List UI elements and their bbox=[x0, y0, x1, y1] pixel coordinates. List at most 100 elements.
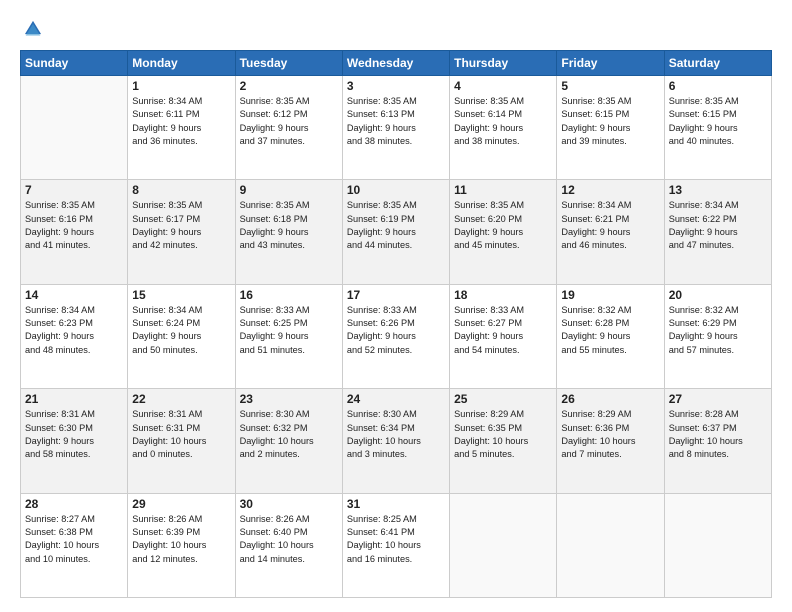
cell-text: Sunrise: 8:33 AM Sunset: 6:25 PM Dayligh… bbox=[240, 304, 338, 357]
cell-text: Sunrise: 8:35 AM Sunset: 6:13 PM Dayligh… bbox=[347, 95, 445, 148]
header bbox=[20, 18, 772, 40]
day-number: 6 bbox=[669, 79, 767, 93]
weekday-friday: Friday bbox=[557, 51, 664, 76]
weekday-tuesday: Tuesday bbox=[235, 51, 342, 76]
cell-text: Sunrise: 8:26 AM Sunset: 6:40 PM Dayligh… bbox=[240, 513, 338, 566]
cell-text: Sunrise: 8:34 AM Sunset: 6:11 PM Dayligh… bbox=[132, 95, 230, 148]
cell-text: Sunrise: 8:35 AM Sunset: 6:12 PM Dayligh… bbox=[240, 95, 338, 148]
day-number: 31 bbox=[347, 497, 445, 511]
calendar-table: SundayMondayTuesdayWednesdayThursdayFrid… bbox=[20, 50, 772, 598]
day-number: 22 bbox=[132, 392, 230, 406]
cell-text: Sunrise: 8:29 AM Sunset: 6:35 PM Dayligh… bbox=[454, 408, 552, 461]
cell-text: Sunrise: 8:32 AM Sunset: 6:29 PM Dayligh… bbox=[669, 304, 767, 357]
day-number: 20 bbox=[669, 288, 767, 302]
calendar-cell: 30 Sunrise: 8:26 AM Sunset: 6:40 PM Dayli… bbox=[235, 493, 342, 597]
weekday-monday: Monday bbox=[128, 51, 235, 76]
day-number: 19 bbox=[561, 288, 659, 302]
cell-text: Sunrise: 8:35 AM Sunset: 6:20 PM Dayligh… bbox=[454, 199, 552, 252]
day-number: 5 bbox=[561, 79, 659, 93]
calendar-cell: 13 Sunrise: 8:34 AM Sunset: 6:22 PM Dayli… bbox=[664, 180, 771, 284]
calendar-cell: 23 Sunrise: 8:30 AM Sunset: 6:32 PM Dayli… bbox=[235, 389, 342, 493]
day-number: 1 bbox=[132, 79, 230, 93]
calendar-cell: 17 Sunrise: 8:33 AM Sunset: 6:26 PM Dayli… bbox=[342, 284, 449, 388]
cell-text: Sunrise: 8:29 AM Sunset: 6:36 PM Dayligh… bbox=[561, 408, 659, 461]
calendar-cell: 27Sunrise: 8:28 AM Sunset: 6:37 PM Dayli… bbox=[664, 389, 771, 493]
day-number: 25 bbox=[454, 392, 552, 406]
cell-text: Sunrise: 8:33 AM Sunset: 6:27 PM Dayligh… bbox=[454, 304, 552, 357]
calendar-cell: 6 Sunrise: 8:35 AM Sunset: 6:15 PM Daylig… bbox=[664, 76, 771, 180]
weekday-saturday: Saturday bbox=[664, 51, 771, 76]
cell-text: Sunrise: 8:33 AM Sunset: 6:26 PM Dayligh… bbox=[347, 304, 445, 357]
day-number: 18 bbox=[454, 288, 552, 302]
calendar-cell bbox=[450, 493, 557, 597]
day-number: 23 bbox=[240, 392, 338, 406]
cell-text: Sunrise: 8:30 AM Sunset: 6:34 PM Dayligh… bbox=[347, 408, 445, 461]
calendar-cell: 3 Sunrise: 8:35 AM Sunset: 6:13 PM Daylig… bbox=[342, 76, 449, 180]
cell-text: Sunrise: 8:34 AM Sunset: 6:21 PM Dayligh… bbox=[561, 199, 659, 252]
day-number: 28 bbox=[25, 497, 123, 511]
calendar-cell: 21 Sunrise: 8:31 AM Sunset: 6:30 PM Dayli… bbox=[21, 389, 128, 493]
calendar-cell bbox=[664, 493, 771, 597]
calendar-cell: 20 Sunrise: 8:32 AM Sunset: 6:29 PM Dayli… bbox=[664, 284, 771, 388]
day-number: 3 bbox=[347, 79, 445, 93]
calendar-cell: 1 Sunrise: 8:34 AM Sunset: 6:11 PM Daylig… bbox=[128, 76, 235, 180]
day-number: 29 bbox=[132, 497, 230, 511]
weekday-wednesday: Wednesday bbox=[342, 51, 449, 76]
logo bbox=[20, 18, 44, 40]
day-number: 10 bbox=[347, 183, 445, 197]
day-number: 11 bbox=[454, 183, 552, 197]
day-number: 8 bbox=[132, 183, 230, 197]
cell-text: Sunrise: 8:35 AM Sunset: 6:18 PM Dayligh… bbox=[240, 199, 338, 252]
calendar-cell: 5Sunrise: 8:35 AM Sunset: 6:15 PM Daylig… bbox=[557, 76, 664, 180]
cell-text: Sunrise: 8:35 AM Sunset: 6:17 PM Dayligh… bbox=[132, 199, 230, 252]
calendar-cell bbox=[557, 493, 664, 597]
day-number: 26 bbox=[561, 392, 659, 406]
weekday-thursday: Thursday bbox=[450, 51, 557, 76]
calendar-cell: 24 Sunrise: 8:30 AM Sunset: 6:34 PM Dayli… bbox=[342, 389, 449, 493]
day-number: 7 bbox=[25, 183, 123, 197]
day-number: 24 bbox=[347, 392, 445, 406]
calendar-cell: 31Sunrise: 8:25 AM Sunset: 6:41 PM Dayli… bbox=[342, 493, 449, 597]
calendar-cell: 28 Sunrise: 8:27 AM Sunset: 6:38 PM Dayli… bbox=[21, 493, 128, 597]
calendar-cell: 25 Sunrise: 8:29 AM Sunset: 6:35 PM Dayli… bbox=[450, 389, 557, 493]
cell-text: Sunrise: 8:34 AM Sunset: 6:22 PM Dayligh… bbox=[669, 199, 767, 252]
calendar-cell: 4 Sunrise: 8:35 AM Sunset: 6:14 PM Daylig… bbox=[450, 76, 557, 180]
calendar-cell: 26 Sunrise: 8:29 AM Sunset: 6:36 PM Dayli… bbox=[557, 389, 664, 493]
day-number: 27 bbox=[669, 392, 767, 406]
cell-text: Sunrise: 8:35 AM Sunset: 6:15 PM Dayligh… bbox=[669, 95, 767, 148]
cell-text: Sunrise: 8:32 AM Sunset: 6:28 PM Dayligh… bbox=[561, 304, 659, 357]
page: SundayMondayTuesdayWednesdayThursdayFrid… bbox=[0, 0, 792, 612]
cell-text: Sunrise: 8:34 AM Sunset: 6:24 PM Dayligh… bbox=[132, 304, 230, 357]
calendar-cell: 12 Sunrise: 8:34 AM Sunset: 6:21 PM Dayli… bbox=[557, 180, 664, 284]
calendar-cell: 10 Sunrise: 8:35 AM Sunset: 6:19 PM Dayli… bbox=[342, 180, 449, 284]
cell-text: Sunrise: 8:26 AM Sunset: 6:39 PM Dayligh… bbox=[132, 513, 230, 566]
day-number: 12 bbox=[561, 183, 659, 197]
cell-text: Sunrise: 8:35 AM Sunset: 6:16 PM Dayligh… bbox=[25, 199, 123, 252]
calendar-cell: 2 Sunrise: 8:35 AM Sunset: 6:12 PM Daylig… bbox=[235, 76, 342, 180]
cell-text: Sunrise: 8:31 AM Sunset: 6:31 PM Dayligh… bbox=[132, 408, 230, 461]
calendar-cell bbox=[21, 76, 128, 180]
day-number: 16 bbox=[240, 288, 338, 302]
week-row-4: 21 Sunrise: 8:31 AM Sunset: 6:30 PM Dayli… bbox=[21, 389, 772, 493]
cell-text: Sunrise: 8:35 AM Sunset: 6:14 PM Dayligh… bbox=[454, 95, 552, 148]
cell-text: Sunrise: 8:27 AM Sunset: 6:38 PM Dayligh… bbox=[25, 513, 123, 566]
week-row-5: 28 Sunrise: 8:27 AM Sunset: 6:38 PM Dayli… bbox=[21, 493, 772, 597]
weekday-sunday: Sunday bbox=[21, 51, 128, 76]
cell-text: Sunrise: 8:30 AM Sunset: 6:32 PM Dayligh… bbox=[240, 408, 338, 461]
cell-text: Sunrise: 8:34 AM Sunset: 6:23 PM Dayligh… bbox=[25, 304, 123, 357]
day-number: 15 bbox=[132, 288, 230, 302]
logo-icon bbox=[22, 18, 44, 40]
calendar-cell: 15 Sunrise: 8:34 AM Sunset: 6:24 PM Dayli… bbox=[128, 284, 235, 388]
cell-text: Sunrise: 8:31 AM Sunset: 6:30 PM Dayligh… bbox=[25, 408, 123, 461]
calendar-cell: 11 Sunrise: 8:35 AM Sunset: 6:20 PM Dayli… bbox=[450, 180, 557, 284]
day-number: 21 bbox=[25, 392, 123, 406]
day-number: 17 bbox=[347, 288, 445, 302]
cell-text: Sunrise: 8:35 AM Sunset: 6:19 PM Dayligh… bbox=[347, 199, 445, 252]
calendar-cell: 18 Sunrise: 8:33 AM Sunset: 6:27 PM Dayli… bbox=[450, 284, 557, 388]
calendar-cell: 22 Sunrise: 8:31 AM Sunset: 6:31 PM Dayli… bbox=[128, 389, 235, 493]
day-number: 4 bbox=[454, 79, 552, 93]
day-number: 30 bbox=[240, 497, 338, 511]
calendar-cell: 9Sunrise: 8:35 AM Sunset: 6:18 PM Daylig… bbox=[235, 180, 342, 284]
day-number: 13 bbox=[669, 183, 767, 197]
day-number: 2 bbox=[240, 79, 338, 93]
